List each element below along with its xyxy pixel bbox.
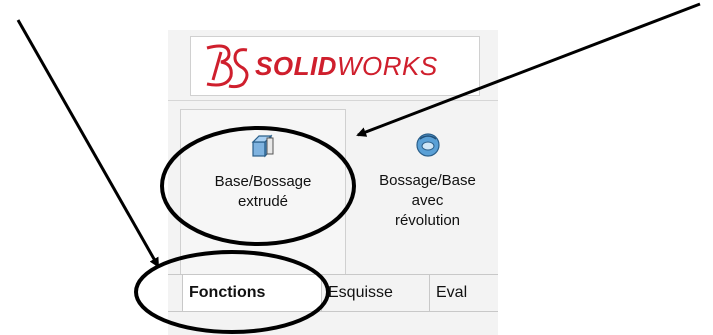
annotation-arrow-right xyxy=(356,2,701,137)
annotation-circle-extrude xyxy=(160,126,356,246)
annotation-arrow-left xyxy=(16,19,160,268)
annotation-circle-tab xyxy=(134,250,330,334)
annotation-overlay xyxy=(16,2,701,334)
